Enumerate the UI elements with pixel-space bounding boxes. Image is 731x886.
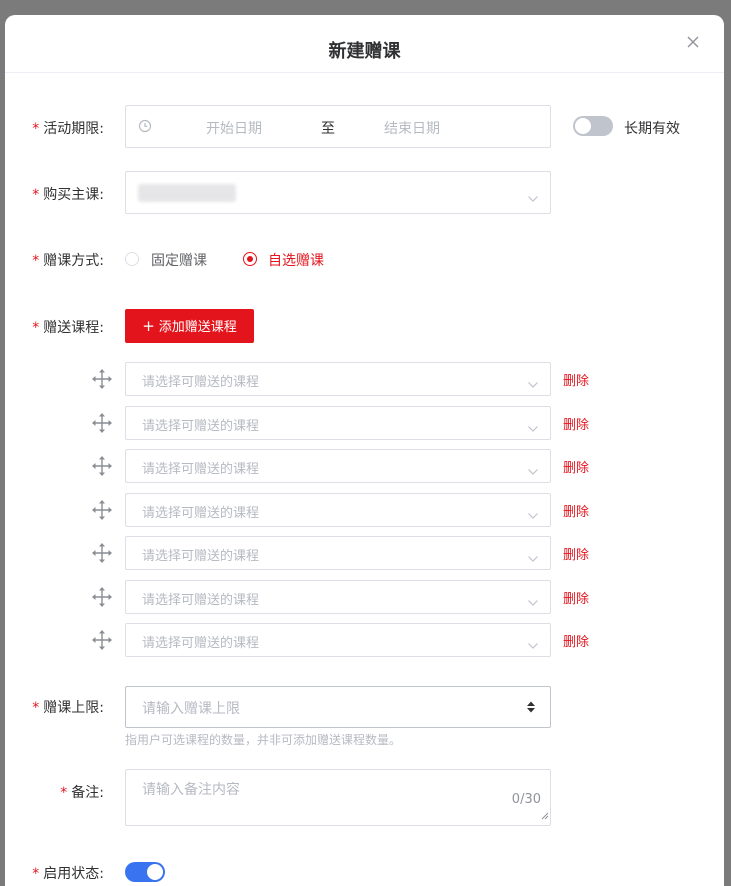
- end-date-input[interactable]: 结束日期: [384, 118, 440, 138]
- delete-course-button[interactable]: 删除: [563, 544, 589, 563]
- stepper-icon[interactable]: [526, 700, 536, 718]
- gift-course-dialog: 新建赠课 * 活动期限: 开始日期 至 结束日期 长期有效 * 购买主课: * …: [5, 15, 724, 886]
- dialog-header: 新建赠课: [5, 15, 724, 73]
- main-course-label: * 购买主课:: [32, 187, 104, 203]
- chevron-down-icon: [528, 637, 538, 649]
- gift-course-item: 请选择可赠送的课程 删除: [5, 623, 724, 657]
- gift-course-select[interactable]: 请选择可赠送的课程: [125, 623, 551, 657]
- chevron-down-icon: [528, 376, 538, 388]
- status-switch[interactable]: [125, 862, 165, 882]
- main-course-row: * 购买主课:: [5, 171, 724, 214]
- radio-fixed-label[interactable]: 固定赠课: [151, 250, 207, 270]
- drag-handle-icon[interactable]: [91, 455, 113, 477]
- gift-course-item: 请选择可赠送的课程 删除: [5, 449, 724, 483]
- gift-mode-label: * 赠课方式:: [32, 253, 104, 269]
- chevron-down-icon: [528, 190, 538, 202]
- add-gift-course-button[interactable]: + 添加赠送课程: [125, 309, 254, 343]
- switch-knob: [147, 864, 163, 880]
- gift-course-select[interactable]: 请选择可赠送的课程: [125, 580, 551, 614]
- drag-handle-icon[interactable]: [91, 412, 113, 434]
- resize-handle-icon[interactable]: [541, 808, 549, 824]
- range-separator: 至: [321, 121, 335, 137]
- gift-course-item: 请选择可赠送的课程 删除: [5, 580, 724, 614]
- main-course-select[interactable]: [125, 171, 551, 214]
- radio-optional[interactable]: [243, 252, 257, 266]
- remark-label: * 备注:: [60, 785, 104, 801]
- drag-handle-icon[interactable]: [91, 629, 113, 651]
- limit-row: * 赠课上限: 请输入赠课上限 指用户可选课程的数量，并非可添加赠送课程数量。: [5, 686, 724, 747]
- gift-course-select[interactable]: 请选择可赠送的课程: [125, 493, 551, 527]
- gift-course-item: 请选择可赠送的课程 删除: [5, 493, 724, 527]
- gift-course-select[interactable]: 请选择可赠送的课程: [125, 406, 551, 440]
- chevron-down-icon: [528, 594, 538, 606]
- clock-icon: [138, 119, 152, 137]
- period-row: * 活动期限: 开始日期 至 结束日期 长期有效: [5, 105, 724, 148]
- chevron-down-icon: [528, 463, 538, 475]
- remark-row: * 备注: 请输入备注内容 0/30: [5, 769, 724, 826]
- delete-course-button[interactable]: 删除: [563, 414, 589, 433]
- gift-course-item: 请选择可赠送的课程 删除: [5, 406, 724, 440]
- chevron-down-icon: [528, 550, 538, 562]
- drag-handle-icon[interactable]: [91, 368, 113, 390]
- chevron-down-icon: [528, 420, 538, 432]
- limit-label: * 赠课上限:: [32, 700, 104, 716]
- radio-fixed[interactable]: [125, 252, 139, 266]
- radio-optional-label[interactable]: 自选赠课: [268, 250, 324, 270]
- gift-course-select[interactable]: 请选择可赠送的课程: [125, 449, 551, 483]
- status-row: * 启用状态:: [5, 860, 724, 884]
- long-term-switch[interactable]: [573, 116, 613, 136]
- gift-courses-row: * 赠送课程: + 添加赠送课程: [5, 309, 724, 343]
- drag-handle-icon[interactable]: [91, 542, 113, 564]
- delete-course-button[interactable]: 删除: [563, 370, 589, 389]
- delete-course-button[interactable]: 删除: [563, 501, 589, 520]
- long-term-label: 长期有效: [624, 121, 680, 137]
- gift-course-select[interactable]: 请选择可赠送的课程: [125, 536, 551, 570]
- gift-course-item: 请选择可赠送的课程 删除: [5, 536, 724, 570]
- period-label: * 活动期限:: [32, 121, 104, 137]
- selected-course-value: [138, 184, 236, 202]
- drag-handle-icon[interactable]: [91, 586, 113, 608]
- delete-course-button[interactable]: 删除: [563, 631, 589, 650]
- start-date-input[interactable]: 开始日期: [206, 118, 262, 138]
- chevron-down-icon: [528, 507, 538, 519]
- limit-hint: 指用户可选课程的数量，并非可添加赠送课程数量。: [125, 733, 402, 747]
- dialog-title: 新建赠课: [328, 41, 401, 62]
- gift-course-item: 请选择可赠送的课程 删除: [5, 362, 724, 396]
- gift-course-select[interactable]: 请选择可赠送的课程: [125, 362, 551, 396]
- limit-input[interactable]: 请输入赠课上限: [125, 686, 551, 728]
- drag-handle-icon[interactable]: [91, 499, 113, 521]
- char-counter: 0/30: [511, 792, 541, 807]
- plus-icon: +: [142, 317, 155, 335]
- date-range-picker[interactable]: 开始日期 至 结束日期: [125, 105, 551, 148]
- delete-course-button[interactable]: 删除: [563, 588, 589, 607]
- status-label: * 启用状态:: [32, 866, 104, 882]
- gift-mode-row: * 赠课方式: 固定赠课 自选赠课: [5, 247, 724, 271]
- switch-knob: [575, 118, 591, 134]
- close-icon[interactable]: [686, 35, 700, 49]
- remark-textarea[interactable]: 请输入备注内容 0/30: [125, 769, 551, 826]
- gift-courses-label: * 赠送课程:: [32, 320, 104, 336]
- delete-course-button[interactable]: 删除: [563, 457, 589, 476]
